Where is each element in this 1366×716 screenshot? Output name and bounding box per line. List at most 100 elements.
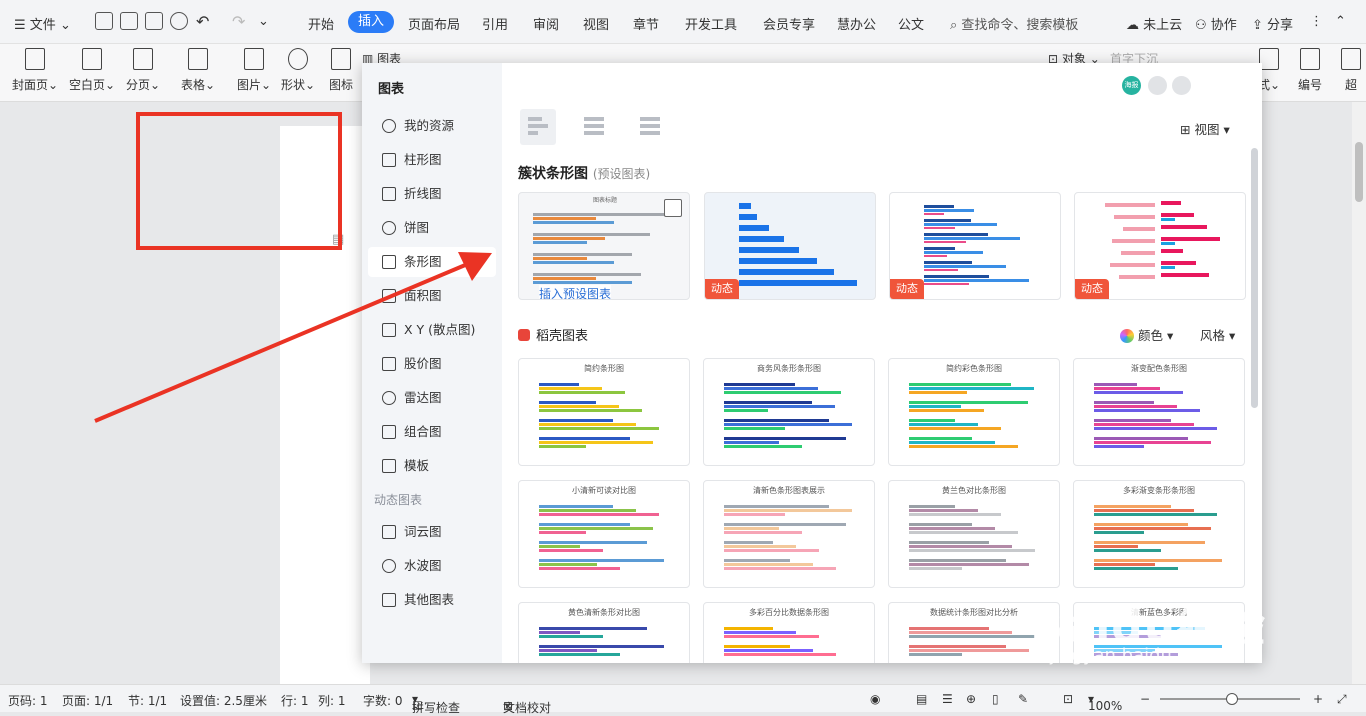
tab-member[interactable]: 会员专享: [763, 14, 815, 33]
zoom-out-icon[interactable]: −: [1140, 692, 1150, 706]
bar-mark: [909, 391, 967, 394]
pen-icon[interactable]: ✎: [1018, 692, 1028, 706]
expand-icon[interactable]: [664, 199, 682, 217]
table-button[interactable]: 表格⌄: [173, 48, 223, 93]
sidebar-item-combo[interactable]: 组合图: [368, 417, 496, 447]
icon-button[interactable]: 图标: [316, 48, 366, 93]
zoom-in-icon[interactable]: +: [1313, 692, 1323, 706]
page-view-icon[interactable]: ▤: [916, 692, 927, 706]
template-card[interactable]: 黄兰色对比条形图: [888, 480, 1060, 588]
tab-references[interactable]: 引用: [482, 14, 508, 33]
tab-official-doc[interactable]: 公文: [898, 14, 924, 33]
template-card[interactable]: 清新色条形图表展示: [703, 480, 875, 588]
bar-mark: [909, 387, 1034, 390]
bar-mark: [909, 401, 1028, 404]
web-view-icon[interactable]: ⊕: [966, 692, 976, 706]
template-card[interactable]: 简约条形图: [518, 358, 690, 466]
redo-icon[interactable]: ↷: [232, 12, 245, 31]
sidebar-item-other[interactable]: 其他图表: [368, 585, 496, 615]
bar-mark: [1112, 239, 1155, 243]
fullscreen-icon[interactable]: ⤢: [1337, 692, 1347, 707]
tab-insert[interactable]: 插入: [348, 11, 394, 33]
eye-icon[interactable]: ◉: [870, 692, 880, 706]
template-card[interactable]: 简约彩色条形图: [888, 358, 1060, 466]
dynamic-chart-card[interactable]: 动态: [1074, 192, 1246, 300]
numbering-button[interactable]: 编号: [1290, 48, 1330, 93]
variant-tab-stacked[interactable]: [576, 109, 612, 145]
color-filter[interactable]: 颜色 ▾: [1120, 325, 1173, 344]
tab-review[interactable]: 审阅: [533, 14, 559, 33]
bar-mark: [724, 419, 829, 422]
cover-page-button[interactable]: 封面页⌄: [10, 48, 60, 93]
tab-developer[interactable]: 开发工具: [685, 14, 737, 33]
picture-button[interactable]: 图片⌄: [229, 48, 279, 93]
sidebar-item-area[interactable]: 面积图: [368, 281, 496, 311]
fit-icon[interactable]: ⊡: [1063, 692, 1073, 706]
sidebar-item-wordcloud[interactable]: 词云图: [368, 517, 496, 547]
export-icon[interactable]: [120, 12, 138, 30]
template-thumbnail: [1094, 505, 1222, 570]
tab-view[interactable]: 视图: [583, 14, 609, 33]
sidebar-item-scatter[interactable]: X Y (散点图): [368, 315, 496, 345]
spell-check[interactable]: ☑ 拼写检查 ▾: [412, 692, 460, 715]
style-icon: [1259, 48, 1279, 70]
save-icon[interactable]: [95, 12, 113, 30]
template-card[interactable]: 渐变配色条形图: [1073, 358, 1245, 466]
command-search[interactable]: ⌕ 查找命令、搜索模板: [950, 14, 1078, 33]
cloud-status[interactable]: ☁ 未上云: [1126, 14, 1182, 33]
sidebar-item-bar[interactable]: 条形图: [368, 247, 496, 277]
template-card[interactable]: 小清新可读对比图: [518, 480, 690, 588]
undo-icon[interactable]: ↶: [196, 12, 209, 31]
vertical-scrollbar[interactable]: [1352, 102, 1366, 684]
template-card[interactable]: 商务风条形条形图: [703, 358, 875, 466]
scrollbar-thumb[interactable]: [1355, 142, 1363, 202]
bar-mark: [533, 253, 632, 256]
zoom-value[interactable]: 100% ▾: [1088, 692, 1122, 713]
tab-smart-office[interactable]: 慧办公: [837, 14, 876, 33]
bar-mark: [739, 214, 757, 220]
collab-button[interactable]: ⚇ 协作: [1195, 14, 1237, 33]
sidebar-item-template[interactable]: 模板: [368, 451, 496, 481]
preset-chart-card[interactable]: 图表标题 插入预设图表: [518, 192, 690, 300]
print-icon[interactable]: [145, 12, 163, 30]
bar-mark: [1094, 441, 1211, 444]
dynamic-chart-card[interactable]: 动态: [889, 192, 1061, 300]
bar-mark: [724, 635, 819, 638]
variant-tab-percent[interactable]: [632, 109, 668, 145]
sidebar-item-line[interactable]: 折线图: [368, 179, 496, 209]
sidebar-item-pie[interactable]: 饼图: [368, 213, 496, 243]
collab-label: 协作: [1210, 18, 1237, 33]
status-section: 节: 1/1: [128, 694, 168, 708]
sidebar-item-stock[interactable]: 股价图: [368, 349, 496, 379]
variant-tab-clustered[interactable]: [520, 109, 556, 145]
blank-page-button[interactable]: 空白页⌄: [67, 48, 117, 93]
sidebar-item-wave[interactable]: 水波图: [368, 551, 496, 581]
file-menu[interactable]: ☰ 文件 ⌄: [14, 14, 71, 33]
page-break-button[interactable]: 分页⌄: [118, 48, 168, 93]
read-view-icon[interactable]: ▯: [992, 692, 999, 706]
template-card[interactable]: 多彩百分比数据条形图: [703, 602, 875, 663]
view-toggle[interactable]: ⊞ 视图 ▾: [1180, 119, 1230, 138]
more-icon[interactable]: ⋮: [1310, 14, 1323, 29]
preview-icon[interactable]: [170, 12, 188, 30]
template-card[interactable]: 黄色清新条形对比图: [518, 602, 690, 663]
outline-view-icon[interactable]: ☰: [942, 692, 953, 706]
hyperlink-button[interactable]: 超: [1336, 48, 1366, 93]
quick-more-icon[interactable]: ⌄: [258, 14, 269, 29]
tab-layout[interactable]: 页面布局: [408, 14, 460, 33]
collapse-icon[interactable]: ⌃: [1335, 14, 1346, 29]
template-card[interactable]: 多彩渐变条形条形图: [1073, 480, 1245, 588]
insert-preset-label[interactable]: 插入预设图表: [539, 285, 612, 299]
zoom-slider-thumb[interactable]: [1226, 693, 1238, 705]
tab-home[interactable]: 开始: [308, 14, 334, 33]
avatar[interactable]: 海报: [1122, 76, 1141, 95]
sidebar-item-column[interactable]: 柱形图: [368, 145, 496, 175]
share-button[interactable]: ⇪ 分享: [1252, 14, 1293, 33]
style-filter[interactable]: 风格 ▾: [1200, 325, 1235, 344]
bar-mark: [539, 409, 642, 412]
gallery-scrollbar[interactable]: [1251, 148, 1258, 408]
tab-section[interactable]: 章节: [633, 14, 659, 33]
sidebar-item-radar[interactable]: 雷达图: [368, 383, 496, 413]
dynamic-chart-card[interactable]: 动态: [704, 192, 876, 300]
sidebar-item-my-resources[interactable]: 我的资源: [368, 111, 496, 141]
